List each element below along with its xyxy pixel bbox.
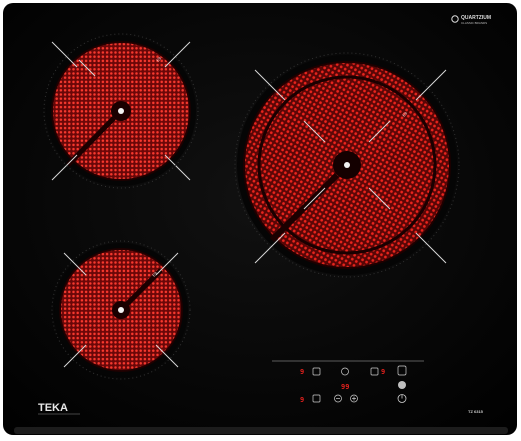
- indicator-icon: [398, 381, 406, 389]
- display-right-top: 9: [381, 368, 385, 376]
- cooktop-photo: E9 E9 E9 QUARTZIUM CLASSIC BRANDS TEKA T…: [0, 0, 521, 441]
- display-left-top: 9: [300, 368, 304, 376]
- cooktop-svg: E9 E9 E9 QUARTZIUM CLASSIC BRANDS TEKA T…: [3, 3, 517, 435]
- model-label: TZ 6315: [468, 409, 484, 414]
- front-trim: [14, 427, 508, 434]
- display-left-bottom: 9: [300, 396, 304, 404]
- display-center: 99: [341, 383, 349, 391]
- cooking-zone-large-right[interactable]: [237, 55, 457, 275]
- brand-label: TEKA: [38, 402, 68, 414]
- logo-tagline: CLASSIC BRANDS: [461, 21, 487, 25]
